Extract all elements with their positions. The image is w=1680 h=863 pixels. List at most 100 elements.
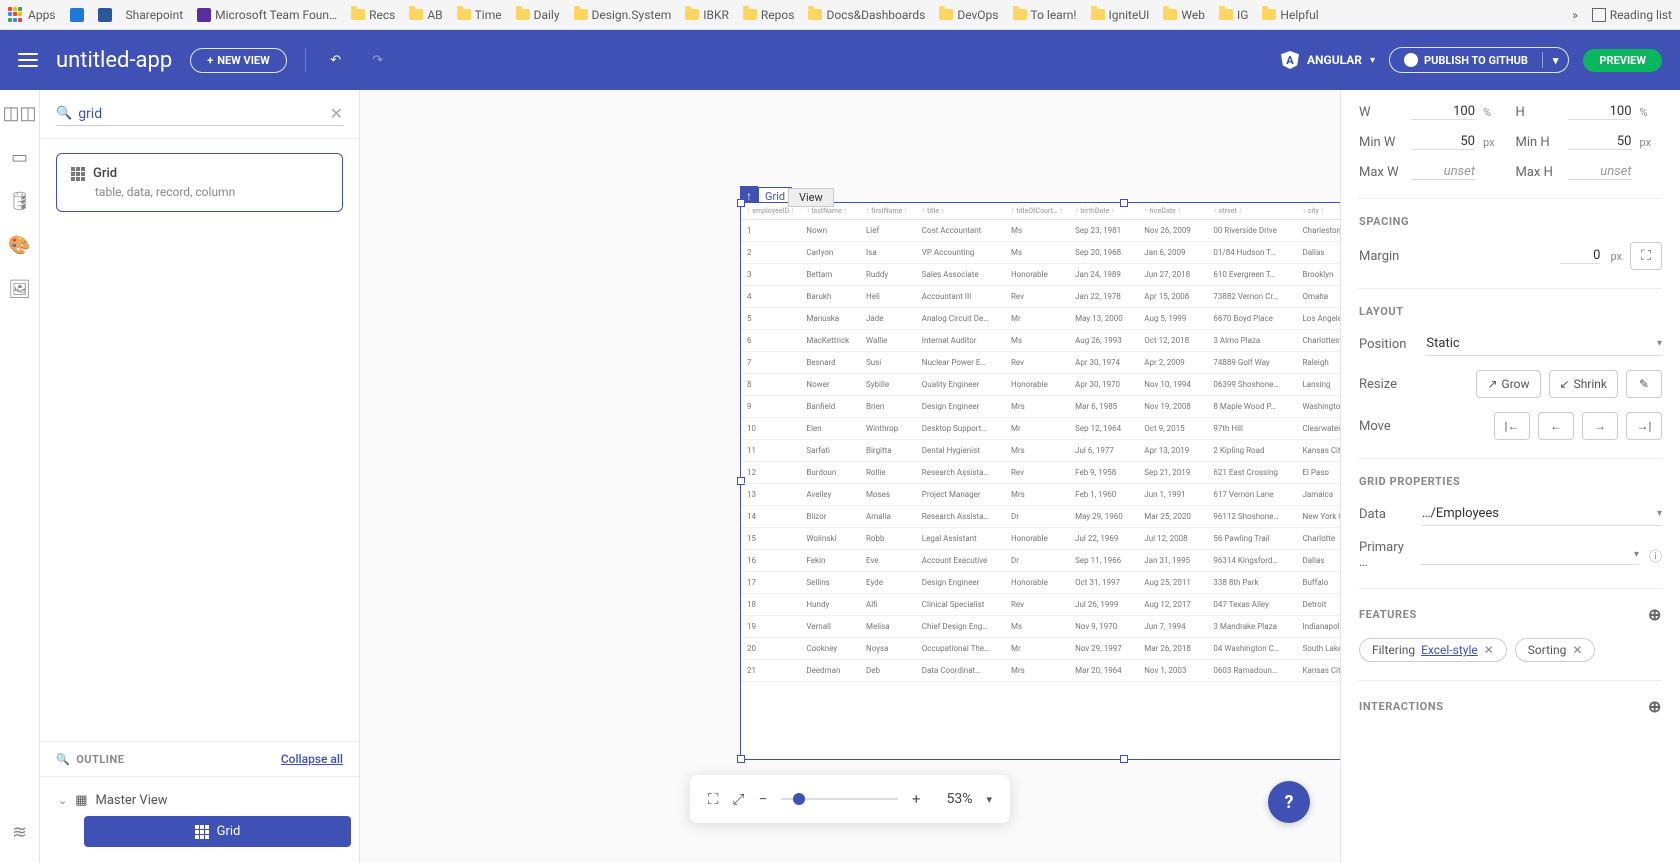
table-row: 15WolinskiRobbLegal AssistantHonorableJu… bbox=[741, 528, 1340, 550]
bookmark-item[interactable]: Microsoft Team Foun… bbox=[197, 8, 337, 22]
fit-icon[interactable]: ⛶ bbox=[708, 790, 719, 808]
outline-tree: ⌄ ▦ Master View Grid bbox=[40, 777, 359, 863]
table-row: 5ManuskaJadeAnalog Circuit De…MrMay 13, … bbox=[741, 308, 1340, 330]
bookmark-item[interactable]: DevOps bbox=[939, 8, 998, 22]
collapse-all-link[interactable]: Collapse all bbox=[281, 752, 343, 766]
table-row: 17SellinsEydeDesign EngineerHonorableOct… bbox=[741, 572, 1340, 594]
interactions-section: INTERACTIONS ⊕ bbox=[1359, 680, 1662, 716]
move-start-button[interactable]: |← bbox=[1494, 412, 1530, 440]
bookmark-item[interactable]: Apps bbox=[8, 7, 56, 23]
layers-icon[interactable]: ≋ bbox=[7, 819, 33, 845]
table-row: 4BarukhHeliAccountant IIIRevJan 22, 1978… bbox=[741, 286, 1340, 308]
assets-icon[interactable]: 🖼 bbox=[7, 276, 33, 302]
max-width-input[interactable]: unset bbox=[1411, 164, 1475, 180]
move-right-button[interactable]: → bbox=[1582, 412, 1618, 440]
spacing-section: SPACING bbox=[1359, 198, 1662, 228]
preview-button[interactable]: PREVIEW bbox=[1583, 49, 1662, 72]
components-icon[interactable]: ◫◫ bbox=[7, 100, 33, 126]
bookmark-item[interactable]: Sharepoint bbox=[126, 8, 184, 22]
min-height-input[interactable] bbox=[1568, 134, 1632, 150]
clear-search-icon[interactable]: ✕ bbox=[330, 104, 343, 123]
bookmark-item[interactable]: Repos bbox=[743, 8, 795, 22]
bookmark-item[interactable]: To learn! bbox=[1013, 8, 1077, 22]
margin-expand-icon[interactable]: ⛶ bbox=[1630, 242, 1662, 270]
outline-search-icon[interactable]: 🔍 bbox=[56, 753, 70, 766]
new-view-button[interactable]: + NEW VIEW bbox=[190, 48, 287, 73]
height-input[interactable] bbox=[1568, 104, 1632, 120]
app-title: untitled-app bbox=[56, 48, 172, 73]
search-input[interactable] bbox=[78, 106, 323, 122]
grid-component[interactable]: ↑ employeeID ↑↑ lastName ↑↑ firstName ↑↑… bbox=[740, 202, 1340, 760]
search-result-grid[interactable]: Grid table, data, record, column bbox=[56, 153, 343, 212]
max-height-input[interactable]: unset bbox=[1568, 164, 1632, 180]
data-source-dropdown[interactable]: …/Employees▾ bbox=[1422, 502, 1662, 526]
bookmark-item[interactable]: Web bbox=[1163, 8, 1205, 22]
views-icon[interactable]: ▭ bbox=[7, 144, 33, 170]
theme-icon[interactable]: 🎨 bbox=[7, 232, 33, 258]
bookmark-item[interactable]: Recs bbox=[351, 8, 395, 22]
redo-icon: ↷ bbox=[366, 48, 390, 72]
zoom-slider[interactable] bbox=[781, 798, 898, 800]
bookmark-item[interactable]: Design.System bbox=[574, 8, 672, 22]
grow-button[interactable]: ↗ Grow bbox=[1476, 370, 1540, 398]
bookmark-item[interactable] bbox=[98, 8, 112, 22]
tree-master-view[interactable]: ⌄ ▦ Master View bbox=[48, 785, 351, 816]
sorting-chip[interactable]: Sorting ✕ bbox=[1515, 638, 1596, 662]
table-row: 10ElenWinthropDesktop Support…MrSep 12, … bbox=[741, 418, 1340, 440]
menu-icon[interactable] bbox=[18, 53, 38, 67]
bookmark-item[interactable]: IBKR bbox=[685, 8, 729, 22]
primary-key-dropdown[interactable]: ▾ bbox=[1420, 545, 1639, 565]
grid-icon bbox=[195, 825, 209, 839]
properties-panel: W% H% Min Wpx Min Hpx Max Wunset Max Hun… bbox=[1340, 90, 1680, 863]
min-width-input[interactable] bbox=[1411, 134, 1475, 150]
width-input[interactable] bbox=[1411, 104, 1475, 120]
zoom-out-icon[interactable]: − bbox=[759, 790, 768, 808]
table-row: 21DeedmanDebData Coordinat…MrsMar 20, 19… bbox=[741, 660, 1340, 682]
bookmark-item[interactable]: Docs&Dashboards bbox=[808, 8, 925, 22]
bookmark-item[interactable]: Time bbox=[457, 8, 502, 22]
outline-header: 🔍OUTLINE Collapse all bbox=[40, 741, 359, 777]
tree-grid[interactable]: Grid bbox=[84, 816, 351, 847]
view-tab[interactable]: View bbox=[788, 188, 834, 207]
shrink-button[interactable]: ↙ Shrink bbox=[1549, 370, 1619, 398]
move-left-button[interactable]: ← bbox=[1538, 412, 1574, 440]
chevron-down-icon[interactable]: ⌄ bbox=[58, 794, 67, 807]
publish-dropdown[interactable]: ▾ bbox=[1543, 49, 1569, 72]
resize-settings-button[interactable]: ✎ bbox=[1626, 370, 1662, 398]
publish-button-group: PUBLISH TO GITHUB ▾ bbox=[1389, 47, 1569, 73]
filtering-chip[interactable]: Filtering Excel-style ✕ bbox=[1359, 638, 1507, 662]
zoom-dropdown-icon[interactable]: ▾ bbox=[986, 793, 992, 806]
add-interaction-icon[interactable]: ⊕ bbox=[1648, 697, 1662, 716]
publish-to-github-button[interactable]: PUBLISH TO GITHUB bbox=[1390, 48, 1542, 72]
left-panel: 🔍 ✕ Grid table, data, record, column 🔍OU… bbox=[40, 90, 360, 863]
margin-input[interactable] bbox=[1560, 248, 1600, 264]
bookmark-item[interactable]: Daily bbox=[516, 8, 560, 22]
move-end-button[interactable]: →| bbox=[1626, 412, 1662, 440]
bookmark-item[interactable]: IG bbox=[1219, 8, 1248, 22]
table-row: 9BanfieldBrienDesign EngineerMrsMar 6, 1… bbox=[741, 396, 1340, 418]
bookmarks-overflow[interactable]: » bbox=[1572, 8, 1578, 22]
component-search[interactable]: 🔍 ✕ bbox=[56, 102, 343, 126]
remove-chip-icon[interactable]: ✕ bbox=[1572, 643, 1582, 657]
table-row: 16FekinEveAccount ExecutiveDrSep 11, 196… bbox=[741, 550, 1340, 572]
help-button[interactable]: ? bbox=[1268, 781, 1310, 823]
table-row: 14BlizorAmaliaResearch Assista…DrMay 29,… bbox=[741, 506, 1340, 528]
add-feature-icon[interactable]: ⊕ bbox=[1648, 605, 1662, 624]
data-icon[interactable]: 🛢 bbox=[7, 188, 33, 214]
zoom-in-icon[interactable]: + bbox=[912, 790, 921, 808]
bookmark-item[interactable]: AB bbox=[409, 8, 442, 22]
info-icon[interactable]: ⓘ bbox=[1649, 546, 1662, 565]
position-dropdown[interactable]: Static▾ bbox=[1426, 332, 1662, 356]
reading-list[interactable]: Reading list bbox=[1592, 8, 1672, 22]
bookmark-item[interactable] bbox=[70, 8, 84, 22]
table-row: 13AvelleyMosesProject ManagerMrsFeb 1, 1… bbox=[741, 484, 1340, 506]
table-row: 6MacKettrickWallieInternal AuditorMsAug … bbox=[741, 330, 1340, 352]
bookmark-item[interactable]: Helpful bbox=[1262, 8, 1318, 22]
expand-icon[interactable]: ⤢ bbox=[733, 790, 745, 808]
remove-chip-icon[interactable]: ✕ bbox=[1484, 643, 1494, 657]
features-section: FEATURES ⊕ bbox=[1359, 588, 1662, 624]
undo-icon[interactable]: ↶ bbox=[324, 48, 348, 72]
bookmark-item[interactable]: IgniteUI bbox=[1091, 8, 1150, 22]
design-canvas[interactable]: View ↑ Grid ↑ employeeID ↑↑ lastName ↑↑ … bbox=[360, 90, 1340, 863]
framework-dropdown[interactable]: A ANGULAR ▾ bbox=[1281, 51, 1375, 69]
